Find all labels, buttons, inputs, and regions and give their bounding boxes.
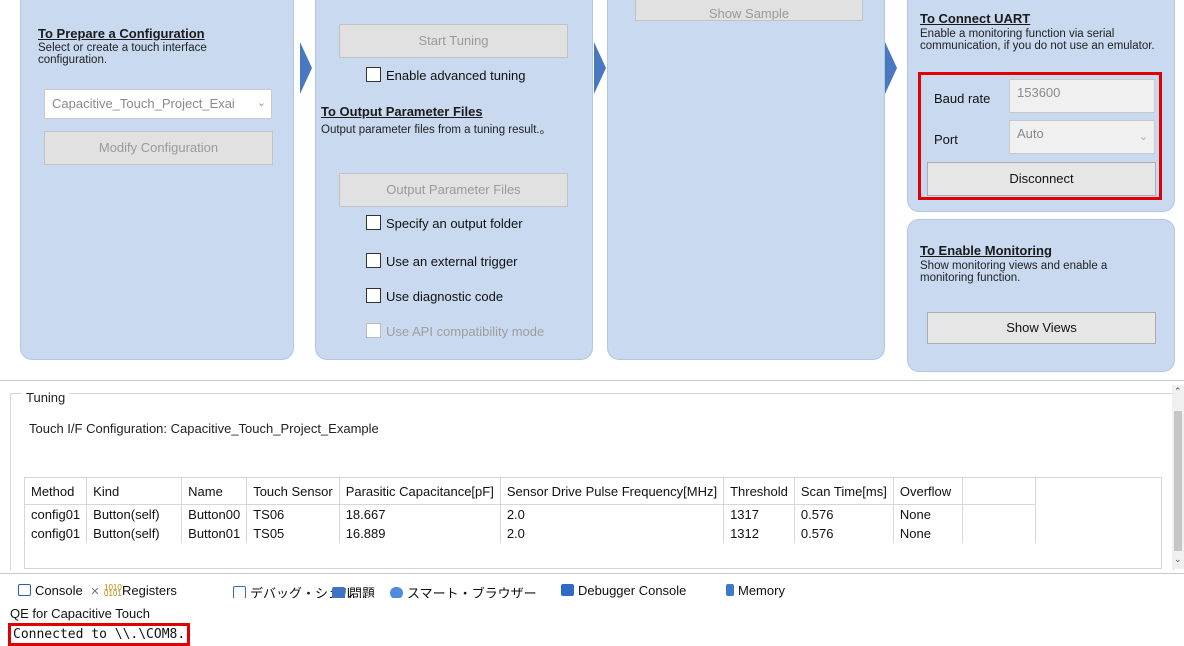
column-header[interactable]: Sensor Drive Pulse Frequency[MHz]	[500, 478, 725, 505]
advanced-tuning-label: Enable advanced tuning	[386, 68, 526, 83]
table-cell: TS05	[246, 524, 340, 543]
memory-icon	[726, 584, 734, 596]
column-header[interactable]: Scan Time[ms]	[794, 478, 894, 505]
monitoring-description: Show monitoring views and enable a monit…	[920, 260, 1108, 284]
tab-debugger-console-label: Debugger Console	[578, 583, 687, 598]
prepare-panel: To Prepare a Configuration Select or cre…	[20, 0, 294, 360]
registers-icon: 1010 0101	[104, 583, 122, 598]
sample-panel: Show Sample	[607, 0, 885, 360]
specify-output-folder-label: Specify an output folder	[386, 216, 523, 231]
checkbox-box	[366, 253, 381, 268]
uart-highlight-box	[918, 72, 1162, 200]
console-view: QE for Capacitive Touch Connected to \\.…	[0, 598, 1184, 646]
table-row[interactable]: config01 Button(self) Button01 TS05 16.8…	[25, 524, 1036, 543]
table-cell: Button01	[181, 524, 248, 543]
diagnostic-code-label: Use diagnostic code	[386, 289, 504, 304]
configuration-select[interactable]: Capacitive_Touch_Project_Exai ⌄	[44, 89, 272, 119]
table-cell: Button(self)	[86, 504, 183, 524]
output-parameter-files-button[interactable]: Output Parameter Files	[339, 173, 568, 207]
table-cell: 18.667	[339, 504, 501, 524]
table-cell: config01	[25, 524, 88, 543]
output-description: Output parameter files from a tuning res…	[321, 124, 552, 136]
scroll-up-icon[interactable]: ⌃	[1174, 387, 1182, 397]
table-cell: 1317	[723, 504, 795, 524]
tab-registers-label: Registers	[122, 583, 177, 598]
console-icon	[18, 584, 31, 596]
table-cell-empty	[962, 524, 1036, 543]
specify-output-folder-checkbox[interactable]: Specify an output folder	[366, 215, 523, 231]
scroll-down-icon[interactable]: ⌄	[1174, 555, 1182, 565]
table-cell: 2.0	[500, 504, 725, 524]
checkbox-box	[366, 323, 381, 338]
uart-description: Enable a monitoring function via serial …	[920, 28, 1155, 52]
tab-memory-label: Memory	[738, 583, 785, 598]
console-title: QE for Capacitive Touch	[10, 606, 150, 621]
column-header[interactable]: Name	[181, 478, 248, 505]
diagnostic-code-checkbox[interactable]: Use diagnostic code	[366, 288, 503, 304]
api-compatibility-label: Use API compatibility mode	[386, 324, 545, 339]
table-cell: 16.889	[339, 524, 501, 543]
checkbox-box	[366, 67, 381, 82]
checkbox-box	[366, 288, 381, 303]
tab-console[interactable]: Console ✕	[18, 583, 100, 598]
tuning-table-container: Method Kind Name Touch Sensor Parasitic …	[24, 477, 1162, 569]
show-sample-button[interactable]: Show Sample	[635, 0, 863, 21]
table-cell: 0.576	[794, 524, 894, 543]
table-cell: config01	[25, 504, 88, 524]
start-tuning-button[interactable]: Start Tuning	[339, 24, 568, 58]
column-header[interactable]: Parasitic Capacitance[pF]	[339, 478, 501, 505]
table-cell: TS06	[246, 504, 340, 524]
show-views-button[interactable]: Show Views	[927, 312, 1156, 344]
vertical-scrollbar[interactable]: ⌃ ⌄	[1172, 385, 1184, 569]
column-header[interactable]: Overflow	[893, 478, 963, 505]
debugger-console-icon	[561, 584, 574, 596]
uart-title: To Connect UART	[920, 11, 1031, 26]
configuration-line: Touch I/F Configuration: Capacitive_Touc…	[29, 421, 379, 436]
monitoring-panel: To Enable Monitoring Show monitoring vie…	[907, 219, 1175, 372]
tuning-section: Tuning Touch I/F Configuration: Capaciti…	[0, 380, 1184, 571]
tuning-group-label: Tuning	[22, 390, 70, 405]
column-header[interactable]: Kind	[86, 478, 183, 505]
table-cell: Button(self)	[86, 524, 183, 543]
flow-arrow-icon	[300, 42, 312, 94]
modify-configuration-button[interactable]: Modify Configuration	[44, 131, 273, 165]
external-trigger-label: Use an external trigger	[386, 254, 518, 269]
checkbox-box	[366, 215, 381, 230]
scrollbar-thumb[interactable]	[1174, 411, 1182, 551]
table-cell: 2.0	[500, 524, 725, 543]
column-header[interactable]: Method	[25, 478, 88, 505]
table-row[interactable]: config01 Button(self) Button00 TS06 18.6…	[25, 504, 1036, 524]
workflow-area: To Prepare a Configuration Select or cre…	[0, 0, 1184, 378]
column-header[interactable]: Threshold	[723, 478, 795, 505]
tab-memory[interactable]: Memory	[726, 583, 785, 598]
table-cell: Button00	[181, 504, 248, 524]
tab-debugger-console[interactable]: Debugger Console	[561, 583, 686, 598]
table-cell: None	[893, 504, 963, 524]
tab-console-label: Console	[35, 583, 83, 598]
table-cell: 0.576	[794, 504, 894, 524]
tuning-table: Method Kind Name Touch Sensor Parasitic …	[25, 478, 1036, 543]
prepare-title: To Prepare a Configuration	[38, 26, 205, 41]
prepare-description: Select or create a touch interface confi…	[38, 42, 207, 66]
tuning-panel: Start Tuning Enable advanced tuning To O…	[315, 0, 593, 360]
chevron-down-icon: ⌄	[256, 97, 266, 109]
tab-registers[interactable]: 1010 0101Registers	[104, 583, 177, 598]
close-icon[interactable]: ✕	[90, 586, 99, 598]
advanced-tuning-checkbox[interactable]: Enable advanced tuning	[366, 67, 526, 83]
table-cell: None	[893, 524, 963, 543]
flow-arrow-icon	[594, 42, 606, 94]
external-trigger-checkbox[interactable]: Use an external trigger	[366, 253, 518, 269]
column-header-empty	[962, 478, 1036, 505]
table-header-row: Method Kind Name Touch Sensor Parasitic …	[25, 478, 1036, 505]
table-cell: 1312	[723, 524, 795, 543]
monitoring-title: To Enable Monitoring	[920, 243, 1052, 258]
console-output-line: Connected to \\.\COM8.	[8, 623, 191, 646]
table-cell-empty	[962, 504, 1036, 524]
flow-arrow-icon	[885, 42, 897, 94]
api-compatibility-checkbox[interactable]: Use API compatibility mode	[366, 323, 544, 339]
output-title: To Output Parameter Files	[321, 104, 483, 119]
configuration-select-value: Capacitive_Touch_Project_Exai	[52, 96, 235, 111]
column-header[interactable]: Touch Sensor	[246, 478, 340, 505]
